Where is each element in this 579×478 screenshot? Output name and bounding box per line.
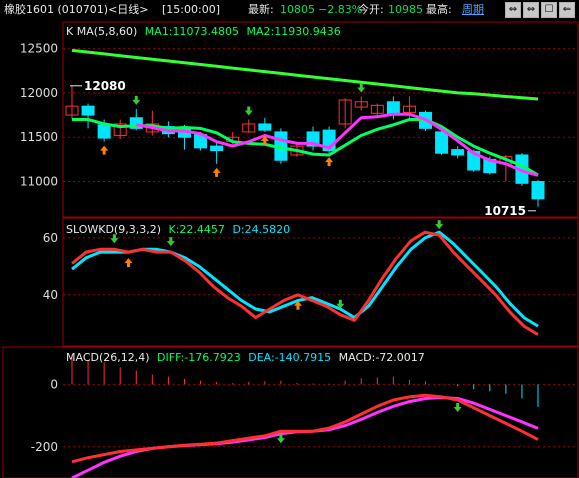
y-tick-label: 12000 [20,86,58,100]
buy-arrow-icon [212,167,221,177]
y-tick-label: -200 [31,440,58,454]
candle-body [435,131,449,154]
sell-arrow-icon [435,220,444,230]
candle-body [258,123,272,131]
sell-arrow-icon [357,83,366,93]
diff-legend: DIFF:-176.7923 [157,351,241,364]
candle-body [81,105,95,116]
ma1-legend: MA1:11073.4805 [145,25,239,38]
dea-legend: DEA:-140.7915 [248,351,331,364]
y-tick-label: 11500 [20,130,58,144]
kd-legend: SLOWKD(9,3,3,2) K:22.4457 D:24.5820 [66,223,290,236]
macd-value-legend: MACD:-72.0017 [339,351,425,364]
sell-arrow-icon [453,403,462,413]
macd-title: MACD(26,12,4) [66,351,150,364]
buy-arrow-icon [124,258,133,268]
buy-arrow-icon [325,157,334,167]
candle-body [531,181,545,200]
y-tick-label: 0 [50,377,58,391]
d-legend: D:24.5820 [232,223,290,236]
kline-title: K MA(5,8,60) [66,25,137,38]
sell-arrow-icon [132,95,141,105]
y-tick-label: 12500 [20,42,58,56]
sell-arrow-icon [244,106,253,116]
ma2-legend: MA2:11930.9436 [247,25,341,38]
macd-lines [71,354,539,478]
low-price-label: 10715 [484,204,526,218]
y-tick-label: 40 [43,288,58,302]
candle-body [210,145,224,152]
kd-lines [71,230,539,336]
kd-k-line [71,230,539,336]
dea-line [71,396,539,478]
ma60-line [71,48,539,101]
sell-arrow-icon [166,237,175,247]
grid-lines [63,48,578,448]
chart-area: 12500 12000 11500 11000 60 40 0 -200 12080 10715… [2,21,579,478]
y-axis-labels: 12500 12000 11500 11000 60 40 0 -200 [20,42,58,454]
kd-d-line [71,230,539,328]
y-tick-label: 60 [43,231,58,245]
kd-panel-frame [62,217,579,347]
macd-legend: MACD(26,12,4) DIFF:-176.7923 DEA:-140.79… [66,351,425,364]
candle-body [97,124,111,139]
kline-legend: K MA(5,8,60) MA1:11073.4805 MA2:11930.94… [66,25,341,38]
high-price-label: 12080 [84,79,126,93]
candle-body [451,149,465,156]
buy-arrow-icon [100,145,109,155]
y-tick-label: 11000 [20,175,58,189]
kd-title: SLOWKD(9,3,3,2) [66,223,161,236]
k-legend: K:22.4457 [169,223,225,236]
